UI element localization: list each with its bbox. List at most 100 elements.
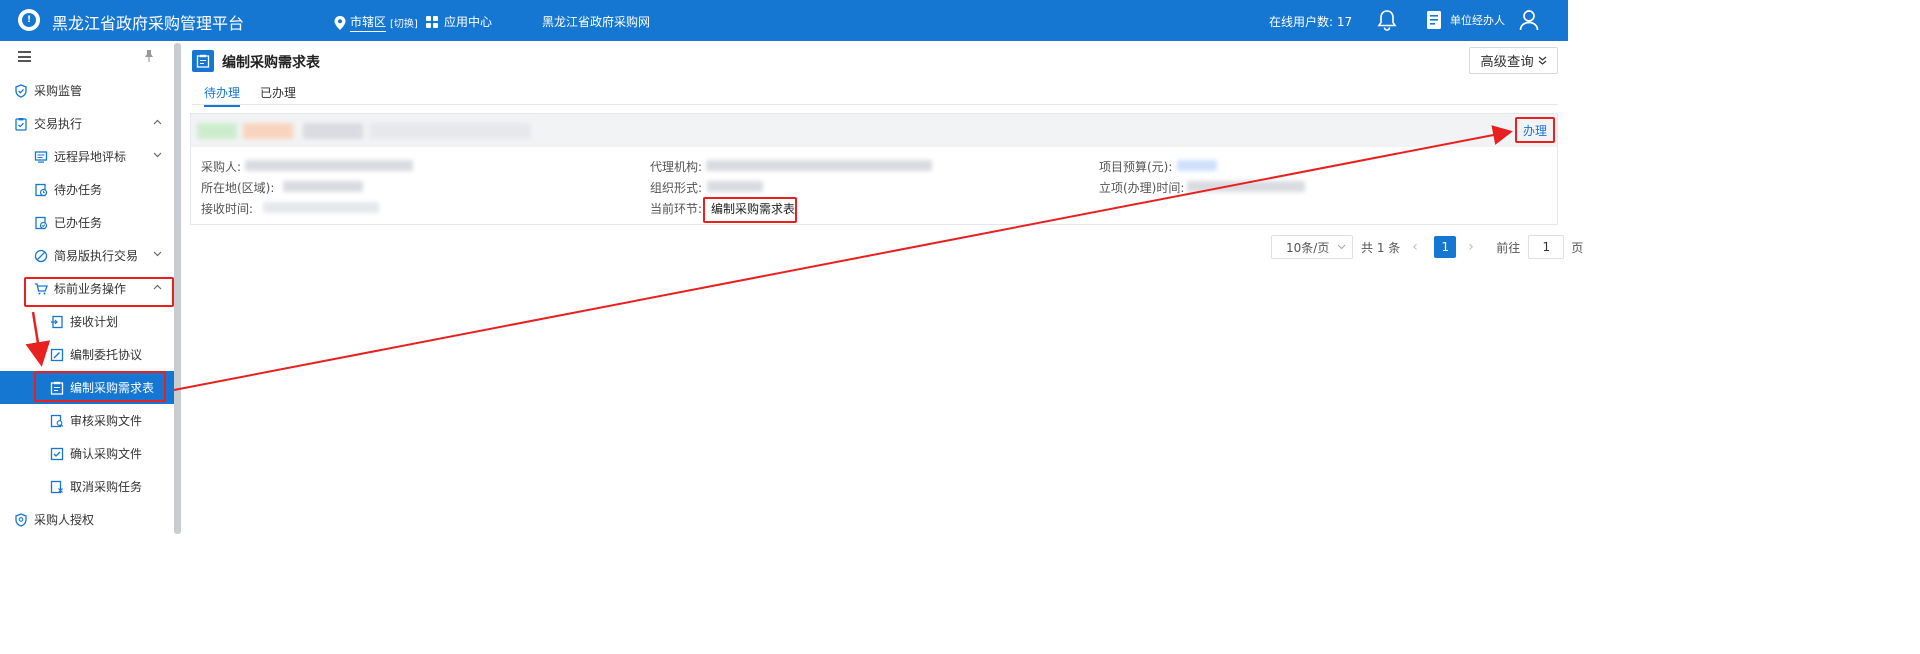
tab-pending[interactable]: 待办理	[204, 84, 241, 107]
sidebar-item-remote-bid-evaluation[interactable]: 远程异地评标	[0, 140, 174, 173]
location-pin-icon	[334, 15, 346, 30]
review-document-icon	[50, 414, 64, 427]
checkbox-document-icon	[50, 447, 64, 460]
online-users-count: 在线用户数: 17	[1269, 15, 1353, 29]
sidebar-item-transaction-execution[interactable]: 交易执行	[0, 107, 174, 140]
redacted-location	[283, 181, 363, 192]
clipboard-icon	[15, 117, 27, 131]
pin-sidebar-icon[interactable]	[143, 49, 155, 63]
current-stage-highlight	[703, 197, 797, 223]
region-selector[interactable]: 市辖区 [切换]	[334, 13, 418, 32]
current-stage-label: 当前环节:	[650, 202, 703, 216]
redacted-project-time	[1187, 181, 1305, 192]
notification-bell-icon[interactable]	[1377, 9, 1397, 31]
sidebar-item-label: 接收计划	[70, 315, 119, 329]
goto-label: 前往	[1496, 240, 1521, 255]
redacted-budget	[1177, 160, 1217, 171]
authorization-icon	[15, 512, 27, 527]
redacted-project-code	[243, 123, 293, 139]
page-form-icon	[192, 50, 214, 72]
sidebar-item-simple-execution[interactable]: 简易版执行交易	[0, 239, 174, 272]
project-time-label: 立项(办理)时间:	[1099, 181, 1185, 195]
location-label: 所在地(区域):	[201, 181, 275, 195]
tab-completed[interactable]: 已办理	[260, 84, 296, 101]
budget-label: 项目预算(元):	[1099, 160, 1173, 174]
chevron-down-icon	[153, 251, 162, 257]
sidebar-item-label: 采购监管	[34, 84, 83, 98]
platform-logo: !	[18, 9, 40, 31]
task-card-header[interactable]	[191, 114, 1557, 147]
app-center-button[interactable]: 应用中心	[426, 13, 492, 30]
sidebar-item-label: 待办任务	[54, 183, 103, 197]
sidebar-item-completed-tasks[interactable]: 已办任务	[0, 206, 174, 239]
sidebar: 采购监管 交易执行 远程异地评标 待办任务 已办任务 简易版执行交易 标前业务操…	[0, 41, 182, 534]
check-document-icon	[35, 216, 48, 229]
total-count: 共 1 条	[1361, 240, 1401, 255]
sidebar-item-purchaser-authorization[interactable]: 采购人授权	[0, 503, 174, 536]
region-name[interactable]: 市辖区	[350, 13, 387, 32]
chevron-down-icon	[1337, 244, 1346, 250]
app-grid-icon	[426, 15, 438, 28]
sidebar-item-purchase-requirements[interactable]: 编制采购需求表	[0, 371, 174, 404]
unit-manager-label: 单位经办人	[1450, 14, 1505, 27]
purchaser-label: 采购人:	[201, 160, 242, 174]
unit-manager-menu[interactable]: 单位经办人	[1426, 10, 1505, 30]
sidebar-item-cancel-task[interactable]: 取消采购任务	[0, 470, 174, 503]
prev-page-button[interactable]: ‹	[1412, 239, 1426, 255]
redacted-project-code	[197, 123, 237, 139]
sidebar-item-entrust-agreement[interactable]: 编制委托协议	[0, 338, 174, 371]
shopping-cart-icon	[35, 282, 48, 294]
procurement-portal-link[interactable]: 黑龙江省政府采购网	[542, 13, 650, 30]
page-title: 编制采购需求表	[222, 55, 320, 71]
sidebar-item-label: 取消采购任务	[70, 480, 143, 494]
clock-document-icon	[35, 183, 48, 196]
handle-button[interactable]: 办理	[1515, 117, 1555, 143]
current-page-button[interactable]: 1	[1434, 236, 1457, 258]
agency-label: 代理机构:	[650, 160, 703, 174]
sidebar-scrollbar[interactable]	[174, 43, 181, 534]
advanced-search-label: 高级查询	[1480, 54, 1534, 69]
sidebar-item-review-documents[interactable]: 审核采购文件	[0, 404, 174, 437]
sidebar-item-label: 编制委托协议	[70, 348, 143, 362]
advanced-search-button[interactable]: 高级查询	[1469, 47, 1558, 74]
task-card: 采购人: 代理机构: 项目预算(元): 所在地(区域): 组织形式: 立项(办理…	[190, 113, 1558, 225]
receive-time-label: 接收时间:	[201, 202, 254, 216]
monitor-icon	[34, 150, 48, 163]
user-avatar-icon[interactable]	[1519, 9, 1539, 31]
sidebar-item-label: 远程异地评标	[54, 150, 127, 164]
next-page-button[interactable]: ›	[1468, 239, 1482, 255]
edit-document-icon	[50, 348, 64, 361]
chevron-up-icon	[153, 284, 162, 290]
pagination: 10条/页 共 1 条 ‹ 1 › 前往 1 页	[1271, 235, 1583, 259]
document-icon	[1427, 11, 1441, 29]
sidebar-item-label: 编制采购需求表	[70, 381, 155, 395]
redacted-agency	[706, 160, 932, 171]
page-size-value: 10条/页	[1286, 240, 1330, 255]
redacted-project-name	[369, 123, 531, 139]
sidebar-item-procurement-supervision[interactable]: 采购监管	[0, 74, 174, 107]
sidebar-item-pre-bid-operations[interactable]: 标前业务操作	[0, 272, 174, 305]
top-bar: ! 黑龙江省政府采购管理平台 市辖区 [切换] 应用中心 黑龙江省政府采购网 在…	[0, 0, 1568, 41]
sidebar-item-pending-tasks[interactable]: 待办任务	[0, 173, 174, 206]
sidebar-item-label: 审核采购文件	[70, 414, 143, 428]
page-unit-label: 页	[1571, 240, 1584, 255]
form-document-icon	[50, 381, 64, 395]
page-size-select[interactable]: 10条/页	[1271, 235, 1353, 259]
chevron-down-icon	[153, 152, 162, 158]
main-content: 编制采购需求表 高级查询 待办理 已办理 采购人: 代理机构: 项目预算(元):…	[190, 41, 1583, 534]
redacted-org-form	[707, 181, 763, 192]
cancel-document-icon	[50, 480, 63, 493]
sidebar-item-label: 采购人授权	[34, 513, 95, 527]
sidebar-item-confirm-documents[interactable]: 确认采购文件	[0, 437, 174, 470]
import-icon	[51, 315, 63, 328]
region-switch-link[interactable]: [切换]	[390, 15, 418, 30]
goto-page-input[interactable]: 1	[1528, 235, 1565, 259]
task-tabs: 待办理 已办理	[192, 82, 1558, 107]
sidebar-item-label: 已办任务	[54, 216, 103, 230]
chevron-up-icon	[153, 119, 162, 125]
menu-toggle-icon[interactable]	[18, 51, 31, 62]
sidebar-item-label: 简易版执行交易	[54, 249, 139, 263]
redacted-project-name	[303, 123, 363, 139]
redacted-purchaser	[245, 160, 413, 171]
sidebar-item-receive-plan[interactable]: 接收计划	[0, 305, 174, 338]
